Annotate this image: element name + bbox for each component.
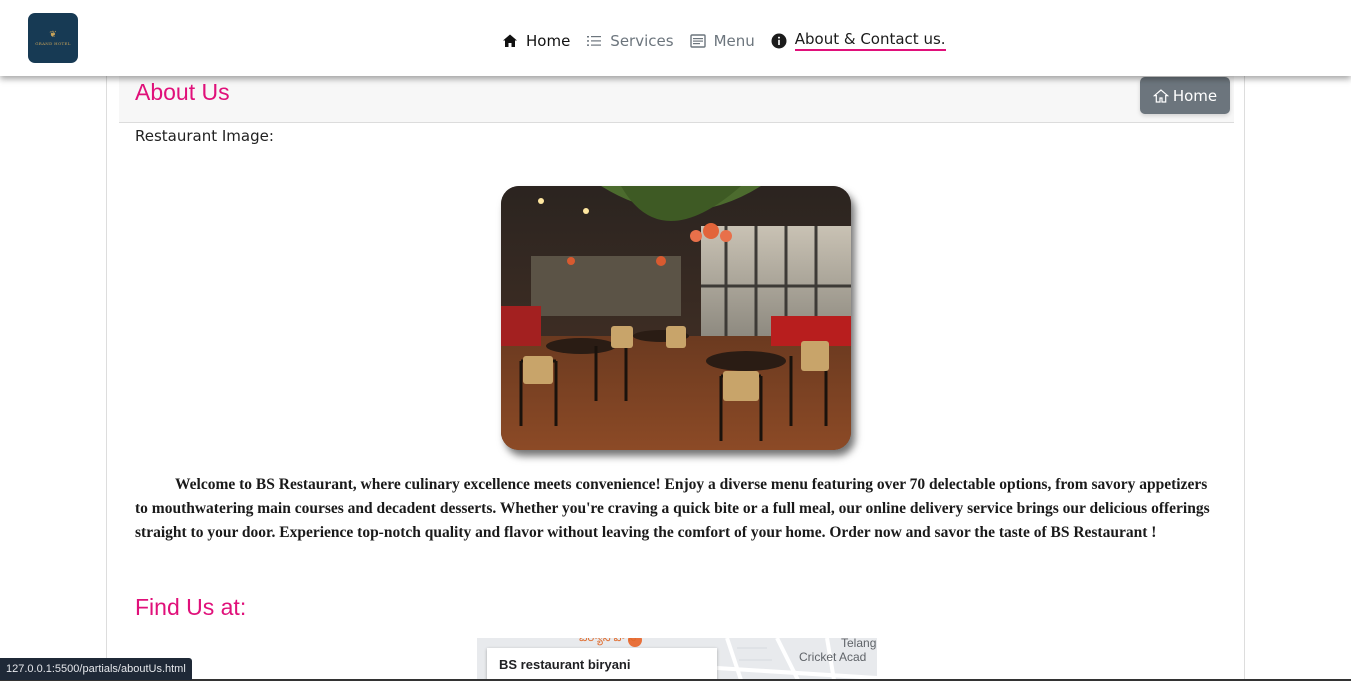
nav-menu: Home Services Menu About & Contact us. [502, 30, 962, 51]
home-button[interactable]: Home [1140, 77, 1230, 114]
hotel-logo[interactable]: ❦ GRAND HOTEL [28, 13, 78, 63]
nav-item-menu[interactable]: Menu [689, 31, 755, 50]
list-icon [586, 33, 602, 49]
info-circle-icon [771, 33, 787, 49]
nav-item-label: Services [610, 31, 674, 50]
nav-item-services[interactable]: Services [586, 31, 674, 50]
map-label: బిర్యానీ హౌస్ [579, 638, 637, 644]
map-place-card[interactable]: BS restaurant biryani [487, 648, 717, 681]
page-title: About Us [135, 79, 230, 105]
map-place-name: BS restaurant biryani [499, 657, 631, 672]
house-icon [1152, 88, 1169, 104]
crest-icon: ❦ [49, 29, 57, 40]
card-header: About Us Home [119, 76, 1234, 123]
menu-card-icon [689, 33, 706, 49]
map-label: Cricket Acad [799, 650, 867, 664]
logo-text: GRAND HOTEL [35, 40, 71, 46]
house-fill-icon [502, 33, 518, 49]
map-label: Telang [841, 638, 877, 650]
restaurant-photo-illustration [501, 186, 851, 450]
home-button-label: Home [1172, 86, 1218, 105]
nav-item-label: Home [526, 31, 571, 50]
image-label: Restaurant Image: [135, 127, 274, 145]
about-description: Welcome to BS Restaurant, where culinary… [135, 476, 1210, 541]
nav-item-home[interactable]: Home [502, 32, 570, 50]
top-navbar: ❦ GRAND HOTEL Home Services Menu About &… [0, 0, 1351, 76]
browser-status-bar: 127.0.0.1:5500/partials/aboutUs.html [0, 658, 192, 680]
restaurant-image [501, 186, 851, 450]
nav-item-label: Menu [713, 31, 755, 50]
nav-item-label: About & Contact us. [794, 30, 946, 51]
find-us-title: Find Us at: [135, 594, 247, 620]
about-card: About Us Home Restaurant Image: Welcome … [106, 76, 1245, 681]
embedded-map[interactable]: బిర్యానీ హౌస్ Telang Cricket Acad BS res… [477, 638, 877, 681]
nav-item-about-contact[interactable]: About & Contact us. [771, 30, 946, 51]
